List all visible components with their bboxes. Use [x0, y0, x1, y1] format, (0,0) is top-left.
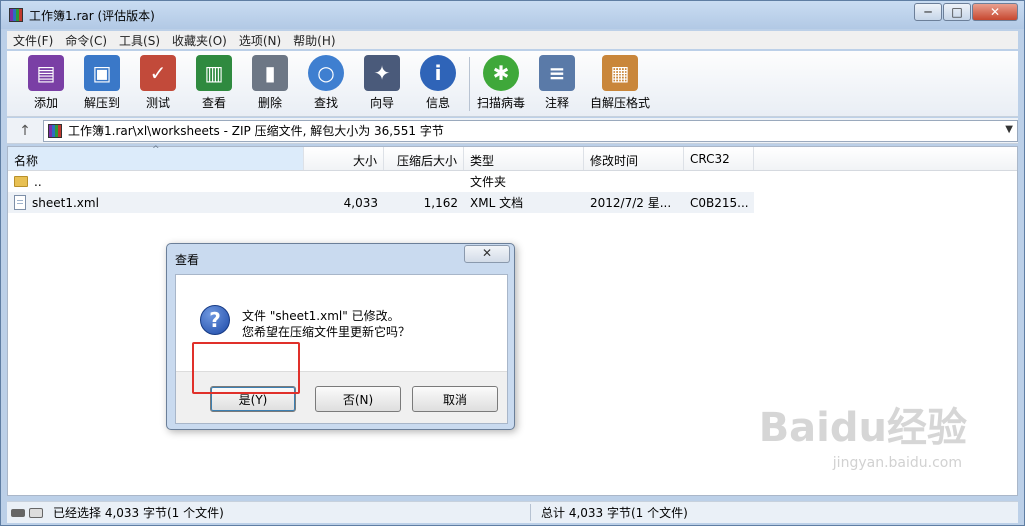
row-name-cell: sheet1.xml	[8, 195, 304, 210]
dropdown-arrow-icon[interactable]: ▼	[1005, 124, 1013, 135]
virus-scan-button[interactable]: ✱ 扫描病毒	[476, 51, 526, 111]
delete-button[interactable]: ▮ 删除	[245, 51, 295, 111]
column-packed[interactable]: 压缩后大小	[384, 147, 464, 170]
window-controls: ─ □ ✕	[913, 3, 1018, 21]
menu-options[interactable]: 选项(N)	[233, 32, 287, 49]
table-row-parent[interactable]: .. 文件夹	[8, 171, 1017, 192]
sort-ascending-icon: ^	[152, 145, 160, 155]
address-path: 工作簿1.rar\xl\worksheets - ZIP 压缩文件, 解包大小为…	[68, 124, 444, 138]
no-button[interactable]: 否(N)	[315, 386, 401, 412]
update-dialog: 查看 ✕ ? 文件 "sheet1.xml" 已修改。 您希望在压缩文件里更新它…	[166, 243, 515, 430]
maximize-button[interactable]: □	[943, 3, 971, 21]
table-row-sheet1[interactable]: sheet1.xml 4,033 1,162 XML 文档 2012/7/2 星…	[8, 192, 754, 213]
extract-to-button[interactable]: ▣ 解压到	[77, 51, 127, 111]
baidu-watermark: Baidu经验	[758, 405, 967, 451]
comment-button[interactable]: ≡ 注释	[532, 51, 582, 111]
close-button[interactable]: ✕	[972, 3, 1018, 21]
row-packed: 1,162	[423, 195, 458, 210]
magnifier-icon: ○	[308, 55, 344, 91]
menu-help[interactable]: 帮助(H)	[287, 32, 341, 49]
trash-icon: ▮	[252, 55, 288, 91]
folder-icon	[14, 176, 28, 187]
sfx-label: 自解压格式	[589, 96, 650, 110]
add-label: 添加	[33, 96, 58, 110]
xml-file-icon	[14, 195, 26, 210]
status-icons	[7, 507, 51, 518]
extract-folder-icon: ▣	[84, 55, 120, 91]
dialog-message-line1: 文件 "sheet1.xml" 已修改。	[242, 309, 400, 323]
menu-bar: 文件(F) 命令(C) 工具(S) 收藏夹(O) 选项(N) 帮助(H)	[7, 31, 1018, 49]
dialog-title: 查看	[175, 253, 200, 267]
column-name-label: 名称	[14, 154, 39, 168]
red-highlight-box	[192, 342, 300, 394]
title-bar: 工作簿1.rar (评估版本) ─ □ ✕	[1, 1, 1024, 29]
row-name: sheet1.xml	[32, 195, 99, 210]
up-arrow-icon[interactable]: ↑	[7, 123, 43, 139]
wizard-button[interactable]: ✦ 向导	[357, 51, 407, 111]
test-button[interactable]: ✓ 测试	[133, 51, 183, 111]
info-icon: i	[420, 55, 456, 91]
test-label: 测试	[145, 96, 170, 110]
question-icon: ?	[200, 305, 230, 335]
file-list-header: ^ 名称 大小 压缩后大小 类型 修改时间 CRC32	[8, 145, 1017, 171]
info-button[interactable]: i 信息	[413, 51, 463, 111]
row-type: XML 文档	[470, 196, 524, 210]
sfx-button[interactable]: ▦ 自解压格式	[588, 51, 652, 111]
row-modified: 2012/7/2 星...	[590, 196, 672, 210]
comment-label: 注释	[544, 96, 569, 110]
find-label: 查找	[313, 96, 338, 110]
row-name-cell: ..	[8, 175, 304, 189]
sfx-box-icon: ▦	[602, 55, 638, 91]
menu-tools[interactable]: 工具(S)	[113, 32, 166, 49]
wizard-wand-icon: ✦	[364, 55, 400, 91]
window-title: 工作簿1.rar (评估版本)	[29, 8, 155, 23]
drive-icon[interactable]	[29, 507, 43, 518]
test-checklist-icon: ✓	[140, 55, 176, 91]
virus-scan-label: 扫描病毒	[476, 96, 525, 110]
toolbar: ▤ 添加 ▣ 解压到 ✓ 测试 ▥ 查看 ▮ 删除 ○ 查找 ✦ 向导 i 信息	[7, 51, 1018, 117]
extract-to-label: 解压到	[83, 96, 120, 110]
archive-icon	[48, 123, 62, 138]
menu-commands[interactable]: 命令(C)	[59, 32, 113, 49]
dialog-message-line2: 您希望在压缩文件里更新它吗？	[242, 325, 411, 339]
column-modified[interactable]: 修改时间	[584, 147, 684, 170]
view-book-icon: ▥	[196, 55, 232, 91]
status-selected: 已经选择 4,033 字节(1 个文件)	[51, 504, 531, 521]
address-path-field[interactable]: 工作簿1.rar\xl\worksheets - ZIP 压缩文件, 解包大小为…	[43, 119, 1018, 142]
status-bar: 已经选择 4,033 字节(1 个文件) 总计 4,033 字节(1 个文件)	[7, 501, 1018, 523]
comment-icon: ≡	[539, 55, 575, 91]
baidu-watermark-url: jingyan.baidu.com	[832, 455, 962, 471]
winrar-app-icon	[9, 8, 23, 22]
status-total: 总计 4,033 字节(1 个文件)	[541, 506, 688, 520]
menu-file[interactable]: 文件(F)	[7, 32, 59, 49]
menu-favorites[interactable]: 收藏夹(O)	[166, 32, 233, 49]
cancel-button[interactable]: 取消	[412, 386, 498, 412]
toolbar-separator	[469, 57, 470, 111]
find-button[interactable]: ○ 查找	[301, 51, 351, 111]
column-size[interactable]: 大小	[304, 147, 384, 170]
dialog-close-button[interactable]: ✕	[464, 245, 510, 263]
view-button[interactable]: ▥ 查看	[189, 51, 239, 111]
delete-label: 删除	[257, 96, 282, 110]
row-type: 文件夹	[470, 175, 507, 189]
column-type[interactable]: 类型	[464, 147, 584, 170]
info-label: 信息	[425, 96, 450, 110]
row-crc: C0B215...	[690, 195, 749, 210]
add-button[interactable]: ▤ 添加	[21, 51, 71, 111]
minimize-button[interactable]: ─	[914, 3, 942, 21]
virus-scan-icon: ✱	[483, 55, 519, 91]
view-label: 查看	[201, 96, 226, 110]
row-name: ..	[34, 174, 42, 189]
column-crc[interactable]: CRC32	[684, 147, 754, 170]
wizard-label: 向导	[369, 96, 394, 110]
key-icon[interactable]	[11, 508, 25, 517]
address-bar: ↑ 工作簿1.rar\xl\worksheets - ZIP 压缩文件, 解包大…	[7, 118, 1018, 144]
column-name[interactable]: ^ 名称	[8, 145, 304, 170]
row-size: 4,033	[343, 195, 378, 210]
add-archive-icon: ▤	[28, 55, 64, 91]
